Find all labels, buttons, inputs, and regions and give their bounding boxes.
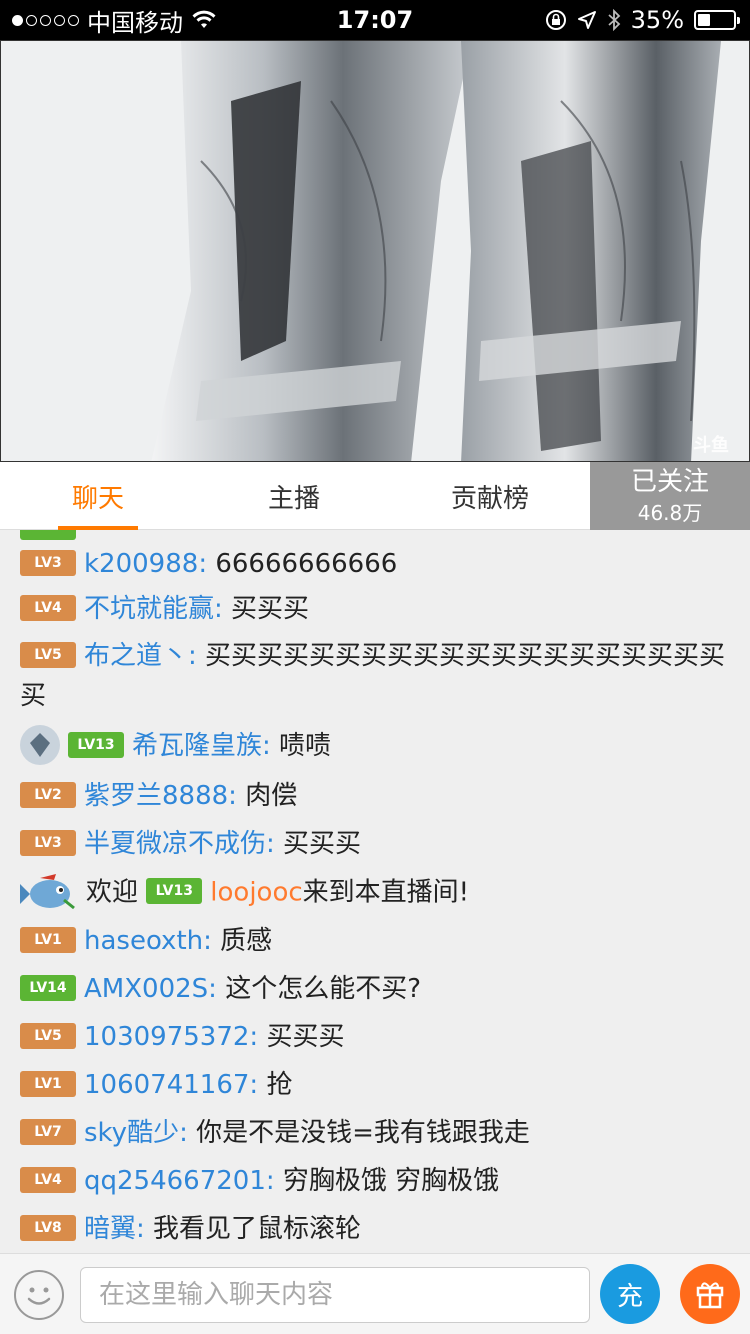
- level-badge: LV1: [20, 1070, 76, 1097]
- message-text: 啧啧: [279, 731, 332, 761]
- username[interactable]: 紫罗兰8888: [84, 781, 228, 811]
- follow-button[interactable]: 已关注 46.8万: [590, 462, 750, 530]
- status-right: 35%: [545, 0, 740, 40]
- chat-list[interactable]: LV3 k200988: 66666666666 LV4 不坑就能赢: 买买买 LV…: [0, 530, 750, 1253]
- username[interactable]: loojooc: [210, 878, 302, 908]
- username[interactable]: 希瓦隆皇族: [132, 731, 262, 761]
- signal-icon: [12, 14, 79, 26]
- status-left: 中国移动: [12, 0, 217, 40]
- chat-input-bar: 充: [0, 1253, 750, 1334]
- tab-anchor[interactable]: 主播: [196, 462, 392, 530]
- welcome-message: 欢迎 LV13 loojooc来到本直播间!: [20, 872, 730, 914]
- video-player[interactable]: 斗鱼: [0, 40, 750, 462]
- username[interactable]: AMX002S: [84, 974, 208, 1004]
- chat-message: LV1 1060741167: 抢: [20, 1065, 730, 1105]
- carrier-name: 中国移动: [87, 8, 183, 37]
- rotation-lock-icon: [545, 10, 566, 30]
- level-badge: LV3: [20, 549, 76, 576]
- chat-message: LV4 qq254667201: 穷胸极饿 穷胸极饿: [20, 1161, 730, 1201]
- message-text: 穷胸极饿 穷胸极饿: [282, 1166, 500, 1196]
- watermark-logo: 斗鱼: [693, 435, 729, 456]
- signal-dot: [68, 14, 79, 26]
- chat-message: LV13 希瓦隆皇族: 啧啧: [20, 724, 730, 767]
- username[interactable]: 半夏微凉不成伤: [84, 829, 266, 859]
- username[interactable]: 暗翼: [84, 1214, 136, 1244]
- chat-message: LV3 k200988: 66666666666: [20, 544, 730, 584]
- message-text: 这个怎么能不买?: [225, 974, 422, 1004]
- chat-message: LV7 sky酷少: 你是不是没钱=我有钱跟我走: [20, 1113, 730, 1153]
- chat-message: LV1 haseoxth: 质感: [20, 921, 730, 961]
- fish-mascot-icon: [20, 870, 78, 912]
- message-text: 买买买: [283, 829, 362, 859]
- username[interactable]: 不坑就能赢: [84, 594, 214, 624]
- location-icon: [577, 11, 596, 29]
- message-text: 抢: [266, 1070, 293, 1100]
- battery-fill: [698, 14, 710, 26]
- wifi-icon: [192, 10, 216, 28]
- message-text: 买买买: [266, 1022, 345, 1052]
- bluetooth-icon: [608, 9, 620, 31]
- level-badge: [20, 530, 76, 540]
- signal-dot: [40, 14, 51, 26]
- username[interactable]: 1060741167: [84, 1070, 249, 1100]
- signal-dot: [26, 14, 37, 26]
- welcome-suffix: 来到本直播间!: [302, 877, 470, 908]
- status-bar: 中国移动 17:07 35%: [0, 0, 750, 40]
- level-badge: LV1: [20, 926, 76, 953]
- level-badge: LV13: [146, 878, 203, 904]
- follower-count: 46.8万: [637, 501, 703, 525]
- tab-contribution[interactable]: 贡献榜: [392, 462, 588, 530]
- level-badge: LV8: [20, 1214, 76, 1241]
- username[interactable]: 1030975372: [84, 1022, 249, 1052]
- level-badge: LV4: [20, 1166, 76, 1193]
- chat-message: LV5 布之道丶: 买买买买买买买买买买买买买买买买买买买买买: [20, 641, 726, 711]
- recharge-button[interactable]: 充: [600, 1264, 660, 1324]
- gift-icon: [696, 1282, 724, 1309]
- chat-input[interactable]: [80, 1267, 590, 1323]
- message-text: 肉偿: [245, 781, 298, 811]
- emoji-button[interactable]: [14, 1270, 64, 1320]
- level-badge: LV13: [68, 731, 124, 758]
- level-badge: LV4: [20, 594, 76, 621]
- chat-message: LV5 1030975372: 买买买: [20, 1017, 730, 1057]
- signal-dot: [54, 14, 65, 26]
- battery-percent: 35%: [630, 6, 684, 34]
- level-badge: LV3: [20, 829, 76, 856]
- message-text: 买买买: [231, 594, 310, 624]
- chat-message: LV3 半夏微凉不成伤: 买买买: [20, 824, 730, 864]
- username[interactable]: qq254667201: [84, 1166, 266, 1196]
- username[interactable]: 布之道丶: [84, 641, 188, 671]
- level-badge: LV14: [20, 974, 76, 1001]
- signal-dot: [12, 14, 23, 26]
- tab-chat[interactable]: 聊天: [0, 462, 196, 530]
- username[interactable]: haseoxth: [84, 926, 203, 956]
- username[interactable]: sky酷少: [84, 1118, 179, 1148]
- chat-message: LV4 不坑就能赢: 买买买: [20, 589, 730, 629]
- level-badge: LV7: [20, 1118, 76, 1145]
- battery-icon: [694, 10, 740, 30]
- welcome-prefix: 欢迎: [86, 877, 139, 908]
- follow-label: 已关注: [630, 467, 709, 497]
- chat-message: LV2 紫罗兰8888: 肉偿: [20, 776, 730, 816]
- live-stream-screen: 中国移动 17:07 35% 斗鱼 聊天 主播 贡献榜 已关注 46.8万 LV…: [0, 0, 750, 1334]
- message-text: 66666666666: [215, 549, 398, 579]
- level-badge: LV5: [20, 641, 76, 668]
- chat-message: LV14 AMX002S: 这个怎么能不买?: [20, 969, 730, 1009]
- tab-bar: 聊天 主播 贡献榜 已关注 46.8万: [0, 462, 750, 530]
- message-text: 我看见了鼠标滚轮: [153, 1214, 362, 1244]
- avatar[interactable]: [20, 724, 60, 765]
- message-text: 质感: [220, 926, 273, 956]
- robot-legs-image: [1, 41, 749, 461]
- gift-button[interactable]: [680, 1264, 740, 1324]
- chat-message: LV8 暗翼: 我看见了鼠标滚轮: [20, 1209, 730, 1249]
- message-text: 你是不是没钱=我有钱跟我走: [196, 1118, 530, 1148]
- level-badge: LV2: [20, 781, 76, 808]
- username[interactable]: k200988: [84, 549, 198, 579]
- level-badge: LV5: [20, 1022, 76, 1049]
- smiley-icon: [27, 1287, 51, 1305]
